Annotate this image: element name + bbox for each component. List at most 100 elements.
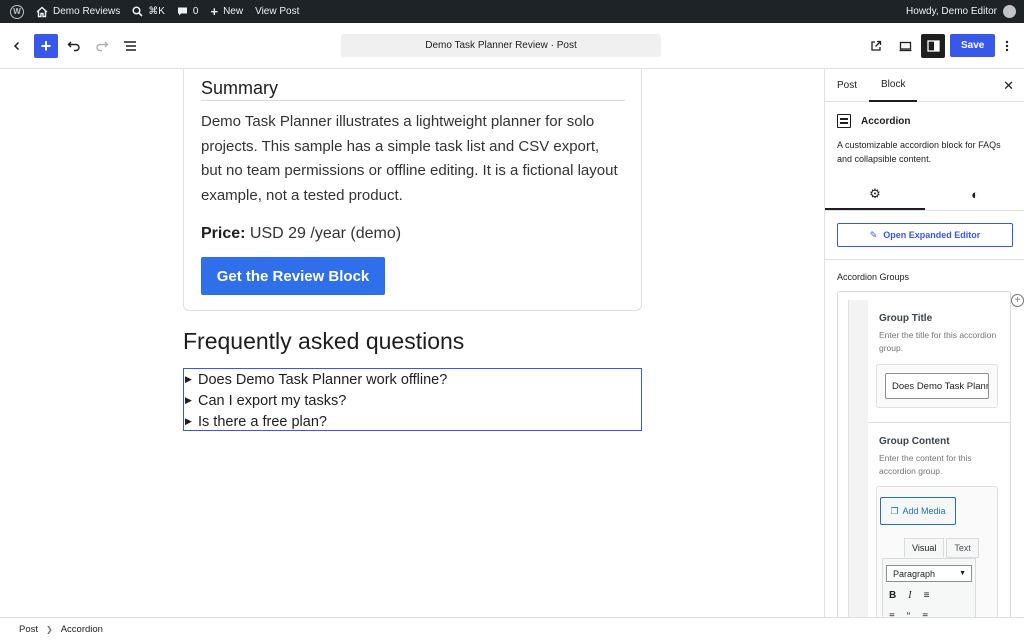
new-content-link[interactable]: + New xyxy=(204,0,249,23)
tab-text[interactable]: Text xyxy=(946,538,979,558)
group-drag-strip[interactable] xyxy=(848,300,868,617)
accordion-groups-panel: Group Title Enter the title for this acc… xyxy=(837,291,1011,617)
add-media-button[interactable]: ❐ Add Media xyxy=(880,497,956,525)
accordion-item[interactable]: ▶ Does Demo Task Planner work offline? xyxy=(184,369,641,390)
media-icon: ❐ xyxy=(890,505,899,516)
group-title-input[interactable]: Does Demo Task Planner work offline? xyxy=(885,373,989,399)
tab-styles[interactable]: ◐ xyxy=(925,179,1024,210)
wordpress-icon: W xyxy=(10,4,24,19)
redo-button[interactable] xyxy=(90,34,114,58)
close-sidebar-button[interactable]: ✕ xyxy=(1003,78,1014,94)
bold-icon[interactable]: B xyxy=(889,590,896,601)
accordion-item[interactable]: ▶ Can I export my tasks? xyxy=(184,390,641,411)
add-media-label: Add Media xyxy=(902,506,946,516)
desktop-icon xyxy=(899,41,911,51)
tab-post[interactable]: Post xyxy=(825,69,869,102)
comments-link[interactable]: 0 xyxy=(171,0,205,23)
expanded-editor-label: Open Expanded Editor xyxy=(883,230,981,240)
greeting: Howdy, Demo Editor xyxy=(906,6,997,17)
comment-icon xyxy=(177,7,187,16)
settings-toggle-button[interactable] xyxy=(921,34,945,58)
block-card: Accordion A customizable accordion block… xyxy=(825,102,1024,166)
summary-divider xyxy=(201,100,625,101)
view-post-label: View Post xyxy=(255,6,300,17)
accordion-item-title: Does Demo Task Planner work offline? xyxy=(198,371,448,388)
tab-settings[interactable]: ⚙ xyxy=(825,179,925,210)
group-title-field-wrap: Does Demo Task Planner work offline? xyxy=(876,364,998,408)
review-card[interactable]: Summary Demo Task Planner illustrates a … xyxy=(183,69,642,311)
editor-header: + Demo Task Planner Review · Post Save xyxy=(0,23,1024,69)
breadcrumb-accordion[interactable]: Accordion xyxy=(61,624,103,635)
options-menu-button[interactable] xyxy=(995,34,1019,58)
summary-heading[interactable]: Summary xyxy=(201,78,278,99)
group-content-help: Enter the content for this accordion gro… xyxy=(879,453,972,476)
back-button[interactable] xyxy=(5,34,29,58)
disclosure-triangle-icon: ▶ xyxy=(185,416,192,426)
accordion-groups-label: Accordion Groups xyxy=(837,272,910,282)
open-expanded-editor-button[interactable]: ✎ Open Expanded Editor xyxy=(837,223,1013,247)
cta-label: Get the Review Block xyxy=(216,267,370,285)
save-button[interactable]: Save xyxy=(950,34,996,57)
wordpress-logo-button[interactable]: W xyxy=(0,0,30,23)
undo-button[interactable] xyxy=(62,34,86,58)
summary-paragraph[interactable]: Demo Task Planner illustrates a lightwei… xyxy=(201,110,621,208)
group-title-heading: Group Title xyxy=(879,313,933,324)
editor-mode-tabs: Visual Text xyxy=(904,538,979,558)
price-line[interactable]: Price: USD 29 /year (demo) xyxy=(201,225,401,243)
sidebar-tabs: Post Block ✕ xyxy=(825,69,1024,102)
accordion-group: Group Title Enter the title for this acc… xyxy=(868,300,1010,617)
group-title-help: Enter the title for this accordion group… xyxy=(879,330,997,353)
accordion-block-icon xyxy=(837,114,851,128)
more-vertical-icon xyxy=(1005,40,1009,52)
account-menu[interactable]: Howdy, Demo Editor xyxy=(906,5,1024,18)
settings-sidebar: Post Block ✕ Accordion A customizable ac… xyxy=(824,69,1024,617)
block-name: Accordion xyxy=(861,115,911,127)
undo-icon xyxy=(67,41,80,52)
chevron-right-icon: ❯ xyxy=(46,624,53,634)
price-value: USD 29 /year (demo) xyxy=(249,225,402,242)
save-label: Save xyxy=(961,40,985,51)
group-divider xyxy=(868,422,1010,423)
accordion-block[interactable]: ▶ Does Demo Task Planner work offline? ▶… xyxy=(183,368,642,431)
redo-icon xyxy=(96,41,109,52)
document-title-bar[interactable]: Demo Task Planner Review · Post xyxy=(341,34,661,57)
list-view-icon xyxy=(124,41,136,51)
bulleted-list-icon[interactable]: ≡ xyxy=(924,590,930,601)
get-review-block-button[interactable]: Get the Review Block xyxy=(201,257,385,295)
faq-heading[interactable]: Frequently asked questions xyxy=(183,328,464,355)
close-icon: ✕ xyxy=(1003,78,1014,93)
panel-divider xyxy=(825,259,1024,260)
search-shortcut: ⌘K xyxy=(148,6,165,17)
editor-canvas[interactable]: Summary Demo Task Planner illustrates a … xyxy=(0,69,824,617)
document-title: Demo Task Planner Review · Post xyxy=(425,40,577,51)
format-select[interactable]: Paragraph ▼ xyxy=(886,565,972,582)
block-description: A customizable accordion block for FAQs … xyxy=(837,140,1001,164)
gear-icon: ⚙ xyxy=(869,185,881,201)
admin-bar: W Demo Reviews ⌘K 0 + New View Post Howd… xyxy=(0,0,1024,23)
disclosure-triangle-icon: ▶ xyxy=(185,395,192,405)
contrast-icon: ◐ xyxy=(971,187,979,202)
sidebar-icon xyxy=(926,40,940,52)
breadcrumb-post[interactable]: Post xyxy=(19,624,38,635)
home-icon xyxy=(36,6,48,17)
tab-visual[interactable]: Visual xyxy=(904,538,945,558)
view-post-link[interactable]: View Post xyxy=(249,0,305,23)
plus-icon: + xyxy=(40,35,52,56)
preview-button[interactable] xyxy=(893,34,917,58)
accordion-item-title: Can I export my tasks? xyxy=(198,392,347,409)
tab-block[interactable]: Block xyxy=(869,69,918,102)
italic-icon[interactable]: I xyxy=(908,590,911,601)
block-inserter-button[interactable]: + xyxy=(34,34,58,58)
add-group-button[interactable]: + xyxy=(1011,294,1024,307)
accordion-item[interactable]: ▶ Is there a free plan? xyxy=(184,411,641,432)
document-overview-button[interactable] xyxy=(118,34,142,58)
site-name-link[interactable]: Demo Reviews xyxy=(30,0,126,23)
disclosure-triangle-icon: ▶ xyxy=(185,374,192,384)
plus-icon: + xyxy=(1014,295,1021,306)
chevron-left-icon xyxy=(13,41,20,51)
command-search-button[interactable]: ⌘K xyxy=(126,0,171,23)
site-name: Demo Reviews xyxy=(53,6,121,17)
view-post-button[interactable] xyxy=(864,34,888,58)
comments-count: 0 xyxy=(192,6,199,17)
avatar xyxy=(1003,5,1016,18)
